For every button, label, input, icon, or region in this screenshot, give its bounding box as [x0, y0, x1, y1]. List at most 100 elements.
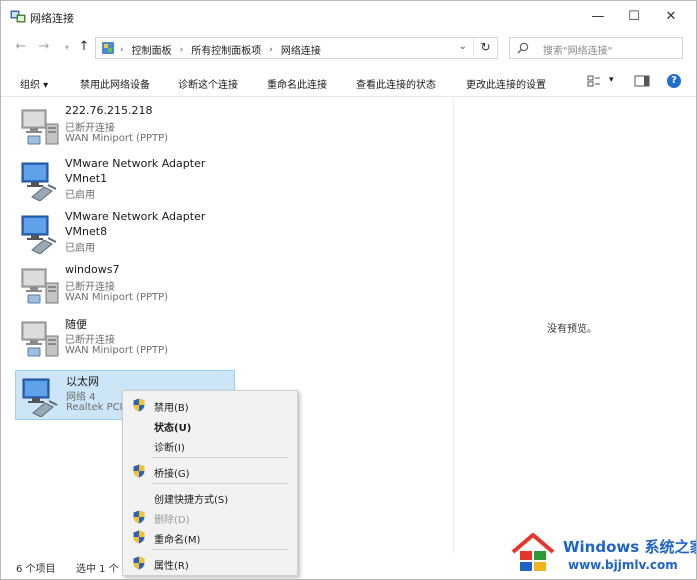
back-button[interactable]: ← — [13, 39, 29, 54]
item-count: 6 个项目 — [16, 564, 56, 575]
connection-status: 已断开连接 — [65, 123, 115, 134]
list-item[interactable]: VMware Network Adapter VMnet1 已启用 — [15, 155, 235, 205]
menu-item-delete: 删除(D) — [123, 507, 297, 527]
menu-item-label: 禁用(B) — [154, 403, 189, 414]
connection-device: WAN Miniport (PPTP) — [65, 345, 169, 356]
connection-name: VMware Network Adapter — [65, 210, 206, 223]
vpn-connection-icon — [21, 268, 59, 304]
address-bar[interactable]: › 控制面板 › 所有控制面板项 › 网络连接 ⌄ — [95, 37, 498, 59]
menu-item-label: 桥接(G) — [154, 469, 190, 480]
menu-separator — [152, 457, 288, 458]
connection-status: 网络 4 — [66, 392, 96, 403]
menu-item-diagnose[interactable]: 诊断(I) — [123, 435, 297, 455]
list-item[interactable]: 随便 已断开连接 WAN Miniport (PPTP) — [15, 314, 235, 364]
view-status-button[interactable]: 查看此连接的状态 — [356, 76, 436, 91]
breadcrumb-network-connections[interactable]: 网络连接 — [281, 42, 321, 57]
breadcrumb: › 控制面板 › 所有控制面板项 › 网络连接 — [120, 42, 321, 58]
help-icon[interactable]: ? — [667, 74, 681, 88]
uac-shield-icon — [133, 510, 145, 524]
menu-item-disable[interactable]: 禁用(B) — [123, 395, 297, 415]
selected-count: 选中 1 个 — [76, 564, 119, 575]
control-panel-icon — [102, 42, 114, 54]
menu-item-label: 创建快捷方式(S) — [154, 495, 229, 506]
minimize-button[interactable]: — — [585, 7, 611, 27]
search-box[interactable]: 搜索"网络连接" — [509, 37, 683, 59]
context-menu: 禁用(B) 状态(U) 诊断(I) 桥接(G) 创建快捷方式(S) 删除(D) … — [122, 390, 298, 576]
network-connections-app-icon — [10, 10, 26, 23]
connection-name: 222.76.215.218 — [65, 104, 153, 117]
network-adapter-icon — [21, 162, 57, 201]
network-adapter-icon — [21, 215, 57, 254]
menu-item-label: 属性(R) — [154, 561, 189, 572]
menu-item-label: 诊断(I) — [154, 443, 185, 454]
forward-button[interactable]: → — [36, 39, 52, 54]
connection-status: 已断开连接 — [65, 335, 115, 346]
maximize-button[interactable]: ☐ — [621, 7, 647, 27]
menu-item-label: 重命名(M) — [154, 535, 201, 546]
recent-locations-button[interactable]: ▾ — [59, 43, 75, 52]
change-view-button[interactable] — [587, 74, 601, 91]
list-item[interactable]: 222.76.215.218 已断开连接 WAN Miniport (PPTP) — [15, 102, 235, 152]
watermark-windows-text: Windows — [563, 538, 640, 556]
vpn-connection-icon — [21, 109, 59, 145]
vpn-connection-icon — [21, 321, 59, 357]
menu-item-label: 删除(D) — [154, 515, 190, 526]
watermark-title: Windows 系统之家 — [563, 536, 696, 557]
breadcrumb-control-panel[interactable]: 控制面板 — [132, 42, 172, 57]
breadcrumb-separator: › — [269, 44, 273, 55]
breadcrumb-separator: › — [120, 44, 124, 55]
uac-shield-icon — [133, 530, 145, 544]
menu-separator — [152, 483, 288, 484]
menu-item-bridge[interactable]: 桥接(G) — [123, 461, 297, 481]
ethernet-adapter-icon — [22, 378, 58, 417]
view-dropdown-button[interactable]: ▾ — [609, 75, 614, 85]
preview-pane-icon — [634, 75, 650, 87]
preview-divider — [453, 98, 454, 553]
list-item[interactable]: VMware Network Adapter VMnet8 已启用 — [15, 208, 235, 258]
menu-item-create-shortcut[interactable]: 创建快捷方式(S) — [123, 487, 297, 507]
search-placeholder: 搜索"网络连接" — [543, 46, 613, 57]
menu-item-label: 状态(U) — [154, 423, 192, 434]
address-row: ← → ▾ ↑ › 控制面板 › 所有控制面板项 › 网络连接 ⌄ ↻ 搜索"网… — [1, 34, 696, 62]
preview-empty-text: 没有预览。 — [547, 324, 597, 335]
organize-menu[interactable]: 组织 ▾ — [20, 76, 48, 91]
uac-shield-icon — [133, 464, 145, 478]
menu-item-properties[interactable]: 属性(R) — [123, 553, 297, 573]
connection-name: windows7 — [65, 263, 120, 276]
address-dropdown-button[interactable]: ⌄ — [459, 41, 467, 52]
connection-status: 已断开连接 — [65, 282, 115, 293]
watermark-cn-text: 系统之家 — [644, 538, 696, 556]
list-item[interactable]: windows7 已断开连接 WAN Miniport (PPTP) — [15, 261, 235, 311]
connection-device: 已启用 — [65, 243, 95, 254]
preview-pane-button[interactable] — [634, 74, 650, 91]
search-icon — [517, 42, 529, 54]
menu-item-rename[interactable]: 重命名(M) — [123, 527, 297, 547]
breadcrumb-all-items[interactable]: 所有控制面板项 — [191, 42, 261, 57]
menu-separator — [152, 549, 288, 550]
menu-item-status[interactable]: 状态(U) — [123, 415, 297, 435]
up-button[interactable]: ↑ — [76, 39, 92, 54]
diagnose-connection-button[interactable]: 诊断这个连接 — [178, 76, 238, 91]
connection-device: WAN Miniport (PPTP) — [65, 133, 169, 144]
change-settings-button[interactable]: 更改此连接的设置 — [466, 76, 546, 91]
connection-name: 以太网 — [66, 375, 99, 388]
connection-device: 已启用 — [65, 190, 95, 201]
title-bar: 网络连接 — ☐ ✕ — [1, 1, 696, 33]
connection-device: Realtek PCI — [66, 402, 123, 413]
rename-connection-button[interactable]: 重命名此连接 — [267, 76, 327, 91]
uac-shield-icon — [133, 556, 145, 570]
connection-name: VMware Network Adapter — [65, 157, 206, 170]
breadcrumb-separator: › — [179, 44, 184, 55]
connection-device: WAN Miniport (PPTP) — [65, 292, 169, 303]
network-connections-window: 网络连接 — ☐ ✕ ← → ▾ ↑ › 控制面板 › 所有控制面板项 › 网络… — [0, 0, 697, 580]
view-options-icon — [587, 75, 600, 87]
connection-name: 随便 — [65, 318, 87, 331]
window-title: 网络连接 — [30, 12, 74, 25]
uac-shield-icon — [133, 398, 145, 412]
close-button[interactable]: ✕ — [658, 7, 684, 27]
windows-house-logo-icon — [511, 533, 555, 571]
watermark-url: www.bjjmlv.com — [568, 558, 678, 572]
disable-device-button[interactable]: 禁用此网络设备 — [80, 76, 150, 91]
command-bar: 组织 ▾ 禁用此网络设备 诊断这个连接 重命名此连接 查看此连接的状态 更改此连… — [1, 67, 696, 97]
refresh-button[interactable]: ↻ — [473, 38, 497, 56]
